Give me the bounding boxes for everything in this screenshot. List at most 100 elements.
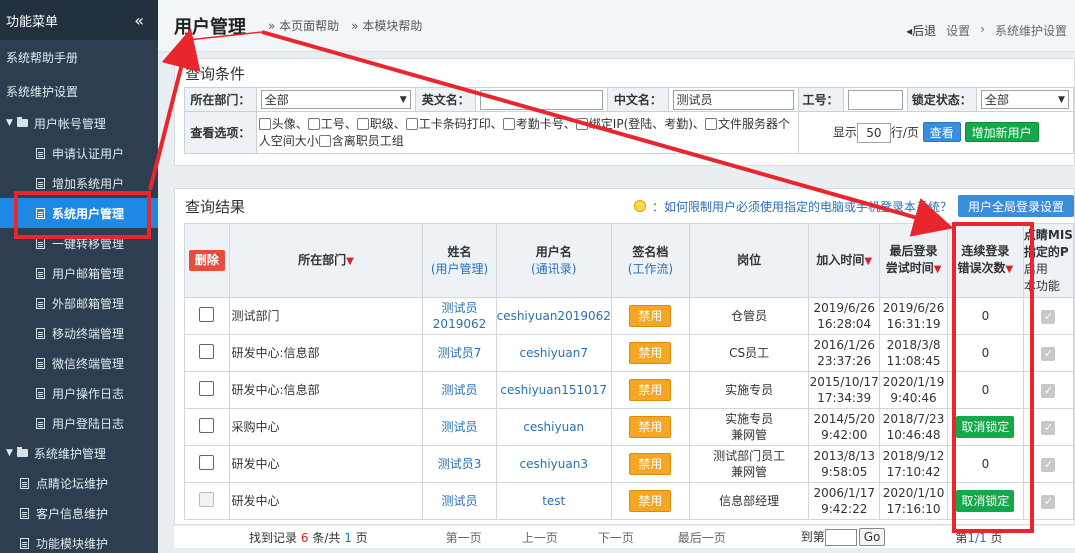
- sidebar-item-9[interactable]: 移动终端管理: [0, 318, 158, 348]
- disable-button[interactable]: 禁用: [629, 453, 672, 475]
- last-login-cell: 2020/1/10 17:16:10: [879, 482, 948, 520]
- prev-page-link[interactable]: 上一页: [522, 529, 558, 546]
- sidebar-item-3[interactable]: 申请认证用户: [0, 138, 158, 168]
- sidebar-item-12[interactable]: 用户登陆日志: [0, 408, 158, 438]
- folder-icon: [16, 447, 28, 457]
- dept-column-header[interactable]: 所在部门▼: [228, 223, 424, 298]
- view-option-7[interactable]: 含离职员工组: [318, 134, 404, 148]
- rows-per-page-input[interactable]: 50: [856, 123, 891, 143]
- dept-select[interactable]: 全部 ▼: [260, 90, 411, 109]
- go-button[interactable]: Go: [858, 528, 886, 546]
- sidebar-item-15[interactable]: 客户信息维护: [0, 498, 158, 528]
- view-option-checkbox[interactable]: [704, 117, 717, 130]
- sidebar-item-8[interactable]: 外部邮箱管理: [0, 288, 158, 318]
- name-cell[interactable]: 测试员: [422, 371, 497, 409]
- sidebar-item-7[interactable]: 用户邮箱管理: [0, 258, 158, 288]
- staff-id-label: 工号：: [797, 87, 844, 112]
- sidebar-item-label: 用户邮箱管理: [52, 266, 125, 281]
- disable-button[interactable]: 禁用: [629, 416, 672, 438]
- row-checkbox[interactable]: [199, 306, 215, 322]
- username-cell[interactable]: ceshiyuan: [495, 408, 612, 446]
- en-name-input[interactable]: [480, 89, 604, 110]
- view-option-checkbox[interactable]: [307, 117, 320, 130]
- view-options-label: 查看选项：: [184, 111, 257, 154]
- row-checkbox[interactable]: [199, 417, 215, 433]
- next-page-link[interactable]: 下一页: [598, 529, 634, 546]
- name-cell[interactable]: 测试员3: [422, 445, 497, 483]
- add-user-button[interactable]: 增加新用户: [964, 122, 1039, 142]
- sidebar-item-label: 增加系统用户: [52, 176, 125, 191]
- username-cell[interactable]: test: [495, 482, 612, 520]
- sidebar-item-2[interactable]: ▼ 用户帐号管理: [0, 108, 158, 138]
- query-panel: 查询条件 所在部门： 全部 ▼ 英文名： 中文名： 测试员 工号： 锁定状态：: [174, 58, 1075, 166]
- sidebar-item-0[interactable]: 系统帮助手册: [0, 40, 158, 74]
- back-link[interactable]: ◂后退: [906, 22, 936, 39]
- goto-page-input[interactable]: [824, 529, 857, 546]
- name-cell[interactable]: 测试员: [422, 482, 497, 520]
- username-column-header[interactable]: 用户名 (通讯录): [495, 223, 612, 298]
- row-checkbox[interactable]: [199, 343, 215, 359]
- staff-id-input[interactable]: [847, 89, 903, 110]
- collapse-icon[interactable]: «: [134, 11, 144, 30]
- disable-button[interactable]: 禁用: [629, 490, 672, 512]
- sidebar-item-14[interactable]: 点睛论坛维护: [0, 468, 158, 498]
- view-option-checkbox[interactable]: [405, 117, 418, 130]
- delete-button[interactable]: 删除: [188, 250, 225, 271]
- document-icon: [36, 387, 45, 399]
- sidebar-item-1[interactable]: 系统维护设置: [0, 74, 158, 108]
- cn-name-input[interactable]: 测试员: [672, 89, 794, 110]
- global-login-settings-button[interactable]: 用户全局登录设置: [957, 195, 1074, 217]
- signature-column-header[interactable]: 签名档 (工作流): [610, 223, 691, 298]
- view-option-checkbox[interactable]: [356, 117, 369, 130]
- search-button[interactable]: 查看: [922, 122, 961, 142]
- disable-button[interactable]: 禁用: [629, 342, 672, 364]
- name-cell[interactable]: 测试员 2019062: [422, 297, 497, 335]
- document-icon: [36, 147, 45, 159]
- view-option-checkbox[interactable]: [575, 117, 588, 130]
- sidebar-item-16[interactable]: 功能模块维护: [0, 528, 158, 553]
- view-option-checkbox[interactable]: [502, 117, 515, 130]
- page-help-link[interactable]: » 本页面帮助: [268, 17, 339, 34]
- view-option-3[interactable]: 工卡条码打印、: [405, 117, 503, 131]
- login-restriction-tip-link[interactable]: ：如何限制用户必须使用指定的电脑或手机登录本系统？: [652, 198, 952, 215]
- sidebar-item-11[interactable]: 用户操作日志: [0, 378, 158, 408]
- view-option-label: 职级、: [369, 116, 406, 131]
- view-option-5[interactable]: 绑定IP(登陆、考勤)、: [575, 117, 705, 131]
- view-option-label: 工号、: [320, 116, 357, 131]
- name-column-header[interactable]: 姓名 (用户管理): [422, 223, 497, 298]
- row-checkbox-cell: [184, 297, 230, 335]
- join-time-column-header[interactable]: 加入时间▼: [808, 223, 881, 298]
- name-cell[interactable]: 测试员7: [422, 334, 497, 372]
- sidebar-item-10[interactable]: 微信终端管理: [0, 348, 158, 378]
- view-option-1[interactable]: 工号、: [307, 116, 357, 131]
- disable-button[interactable]: 禁用: [629, 379, 672, 401]
- last-page-link[interactable]: 最后一页: [678, 529, 726, 546]
- disable-button[interactable]: 禁用: [629, 305, 672, 327]
- sidebar-item-label: 用户操作日志: [52, 386, 125, 401]
- breadcrumb: ◂后退 设置 › 系统维护设置: [906, 22, 1067, 39]
- username-cell[interactable]: ceshiyuan2019062: [495, 297, 612, 335]
- row-checkbox[interactable]: [199, 380, 215, 396]
- join-time-cell: 2019/6/26 16:28:04: [808, 297, 881, 335]
- view-option-2[interactable]: 职级、: [356, 116, 406, 131]
- username-cell[interactable]: ceshiyuan151017: [495, 371, 612, 409]
- username-cell[interactable]: ceshiyuan3: [495, 445, 612, 483]
- view-option-checkbox[interactable]: [258, 117, 271, 130]
- view-option-4[interactable]: 考勤卡号、: [502, 117, 576, 131]
- view-option-0[interactable]: 头像、: [258, 117, 308, 131]
- view-options: 头像、 工号、 职级、 工卡条码打印、 考勤卡号、 绑定IP(登陆、考勤)、 文件服务器个人…: [255, 111, 799, 154]
- breadcrumb-settings[interactable]: 设置: [946, 22, 970, 39]
- view-option-checkbox[interactable]: [318, 134, 331, 147]
- lock-status-select[interactable]: 全部 ▼: [980, 90, 1069, 109]
- last-login-column-header[interactable]: 最后登录 尝试时间▼: [879, 223, 948, 298]
- name-cell[interactable]: 测试员: [422, 408, 497, 446]
- module-help-link[interactable]: » 本模块帮助: [351, 17, 422, 34]
- document-icon: [36, 417, 45, 429]
- breadcrumb-maintenance[interactable]: 系统维护设置: [995, 22, 1067, 39]
- sidebar-item-13[interactable]: ▼ 系统维护管理: [0, 438, 158, 468]
- first-page-link[interactable]: 第一页: [446, 529, 482, 546]
- row-checkbox[interactable]: [199, 454, 215, 470]
- document-icon: [20, 537, 29, 549]
- query-title: 查询条件: [185, 65, 246, 83]
- username-cell[interactable]: ceshiyuan7: [495, 334, 612, 372]
